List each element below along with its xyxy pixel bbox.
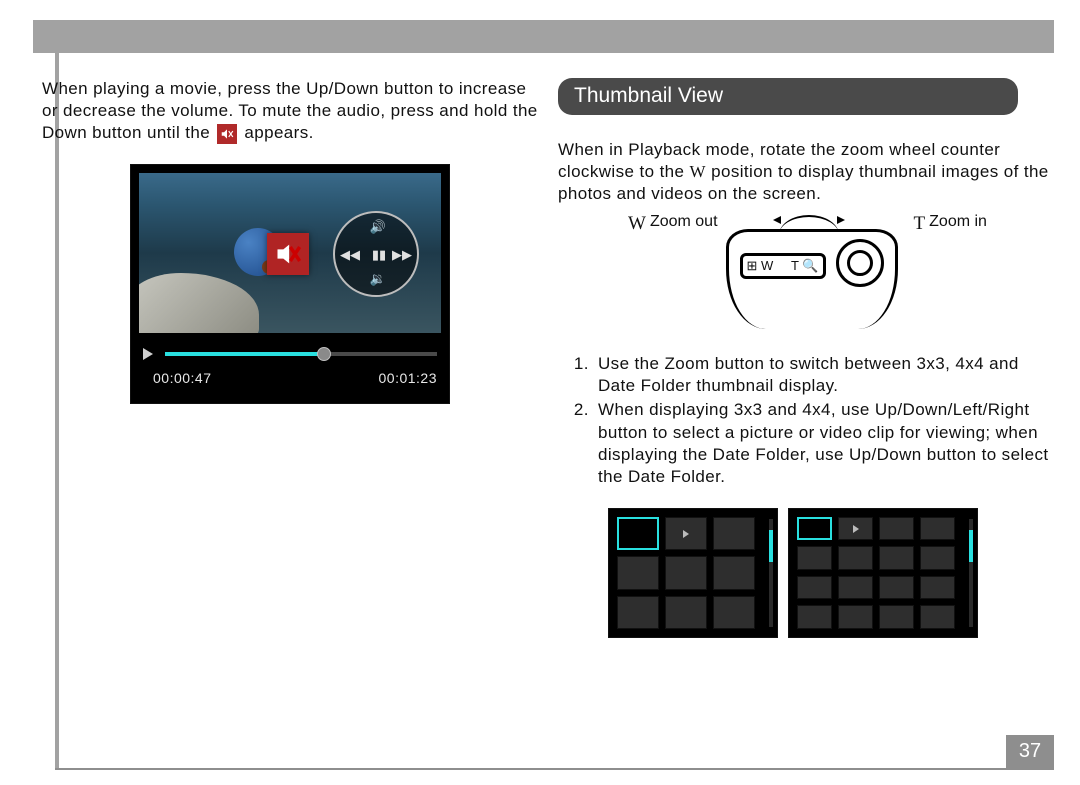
rocker-right-label: T 🔍 bbox=[791, 258, 819, 274]
lcd-photo-area: 🔊 🔉 ◀◀ ▮▮ ▶▶ bbox=[139, 173, 441, 333]
thumb-cell bbox=[665, 596, 707, 629]
section-heading: Thumbnail View bbox=[558, 78, 1018, 115]
osd-rewind-icon: ◀◀ bbox=[339, 247, 361, 265]
thumb-cell bbox=[617, 556, 659, 589]
zoom-illustration-row: W Zoom out ⊞ W T 🔍 T Zoom in bbox=[628, 209, 1054, 329]
step-2: When displaying 3x3 and 4x4, use Up/Down… bbox=[594, 399, 1054, 487]
rocker-left-label: ⊞ W bbox=[747, 258, 774, 274]
thumb-cell bbox=[617, 596, 659, 629]
thumb-cell bbox=[713, 596, 755, 629]
zoom-w-glyph: W bbox=[628, 213, 646, 235]
thumb-cell bbox=[879, 546, 914, 570]
current-time: 00:00:47 bbox=[153, 370, 212, 386]
osd-pause-icon: ▮▮ bbox=[368, 247, 390, 265]
zoom-rocker: ⊞ W T 🔍 bbox=[740, 253, 826, 279]
thumb-cell bbox=[838, 576, 873, 600]
progress-knob bbox=[317, 347, 331, 361]
thumb-cell bbox=[797, 546, 832, 570]
thumb-cell-video bbox=[838, 517, 873, 541]
para-post: appears. bbox=[244, 123, 313, 142]
thumb-scrollbar bbox=[969, 519, 973, 627]
osd-forward-icon: ▶▶ bbox=[391, 247, 413, 265]
total-time: 00:01:23 bbox=[379, 370, 438, 386]
bottom-frame-rule bbox=[55, 768, 1054, 770]
top-frame-bar bbox=[33, 20, 1054, 53]
zoom-t-glyph: T bbox=[914, 213, 926, 235]
thumb-cell bbox=[920, 576, 955, 600]
progress-fill bbox=[165, 352, 323, 356]
thumb-scrollbar bbox=[769, 519, 773, 627]
thumb-cell bbox=[713, 556, 755, 589]
lcd-progress-bar bbox=[143, 346, 437, 362]
thumb-cell bbox=[920, 605, 955, 629]
thumb-cell-video bbox=[665, 517, 707, 550]
thumb-cell bbox=[838, 546, 873, 570]
zoom-out-label: Zoom out bbox=[650, 213, 718, 231]
step-1: Use the Zoom button to switch between 3x… bbox=[594, 353, 1054, 397]
thumbnail-3x3 bbox=[608, 508, 778, 638]
osd-dpad-ring: 🔊 🔉 ◀◀ ▮▮ ▶▶ bbox=[333, 211, 419, 297]
manual-page: 37 When playing a movie, press the Up/Do… bbox=[0, 0, 1080, 785]
thumb-cell-selected bbox=[617, 517, 659, 550]
thumb-cell bbox=[879, 517, 914, 541]
mute-icon bbox=[217, 124, 237, 144]
movie-volume-paragraph: When playing a movie, press the Up/Down … bbox=[42, 78, 538, 144]
camera-top-diagram: ⊞ W T 🔍 bbox=[714, 209, 910, 329]
w-glyph: W bbox=[690, 161, 706, 183]
shutter-button-icon bbox=[836, 239, 884, 287]
thumb-cell bbox=[797, 576, 832, 600]
osd-mute-icon bbox=[267, 233, 309, 275]
page-number: 37 bbox=[1006, 735, 1054, 768]
photo-rock bbox=[139, 273, 259, 333]
thumb-cell bbox=[665, 556, 707, 589]
thumb-cell bbox=[838, 605, 873, 629]
zoom-in-label: Zoom in bbox=[929, 213, 987, 231]
thumb-cell bbox=[797, 605, 832, 629]
thumb-cell-selected bbox=[797, 517, 832, 541]
thumb-cell bbox=[713, 517, 755, 550]
thumb-cell bbox=[879, 605, 914, 629]
content-area: When playing a movie, press the Up/Down … bbox=[42, 78, 1054, 735]
right-column: Thumbnail View When in Playback mode, ro… bbox=[554, 78, 1054, 735]
thumb-cell bbox=[920, 517, 955, 541]
play-icon bbox=[143, 348, 153, 360]
instruction-list: Use the Zoom button to switch between 3x… bbox=[558, 353, 1054, 488]
thumbnail-intro-paragraph: When in Playback mode, rotate the zoom w… bbox=[558, 139, 1054, 205]
left-column: When playing a movie, press the Up/Down … bbox=[42, 78, 538, 735]
lcd-time-row: 00:00:47 00:01:23 bbox=[153, 370, 437, 386]
camera-lcd-preview: 🔊 🔉 ◀◀ ▮▮ ▶▶ 00:00:47 00:01:23 bbox=[130, 164, 450, 404]
osd-volume-down-icon: 🔉 bbox=[367, 271, 389, 289]
thumbnail-examples bbox=[608, 508, 1054, 638]
thumb-cell bbox=[879, 576, 914, 600]
thumbnail-4x4 bbox=[788, 508, 978, 638]
thumb-cell bbox=[920, 546, 955, 570]
osd-volume-up-icon: 🔊 bbox=[367, 219, 389, 237]
